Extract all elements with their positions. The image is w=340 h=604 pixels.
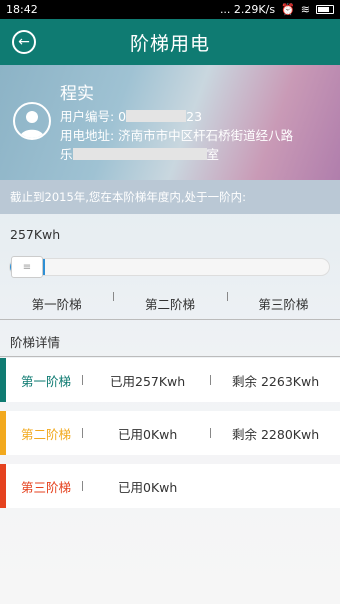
- tier-notice: 截止到2015年,您在本阶梯年度内,处于一阶内:: [0, 180, 340, 214]
- tier-color-bar: [0, 411, 6, 455]
- tier-name: 第一阶梯: [21, 373, 72, 389]
- usage-progress-track: [9, 258, 330, 276]
- detail-row-tier3: 第三阶梯 已用0Kwh: [0, 464, 340, 508]
- back-arrow-icon: ←: [18, 34, 30, 50]
- tier-tick: [226, 292, 228, 301]
- tier-scale: 第一阶梯 第二阶梯 第三阶梯: [0, 292, 340, 318]
- tier-name: 第三阶梯: [21, 479, 72, 495]
- slider-thumb[interactable]: ≡: [11, 256, 43, 278]
- usage-value: 257Kwh: [10, 227, 61, 242]
- divider: [0, 319, 340, 320]
- wifi-icon: ≋: [300, 3, 310, 16]
- grip-icon: ≡: [22, 261, 32, 273]
- app-bar: ← 阶梯用电: [0, 19, 340, 65]
- alarm-icon: ⏰: [281, 3, 295, 16]
- detail-title: 阶梯详情: [10, 335, 61, 350]
- masked-address: [72, 148, 207, 160]
- back-button[interactable]: ←: [12, 30, 36, 54]
- status-time: 18:42: [6, 3, 38, 16]
- masked-number: [126, 110, 187, 122]
- tier-color-bar: [0, 464, 6, 508]
- tier-name: 第二阶梯: [21, 426, 72, 442]
- tier-color-bar: [0, 358, 6, 402]
- tier-label-2: 第二阶梯: [113, 292, 226, 318]
- user-number: 用户编号: 0 23: [60, 109, 203, 124]
- avatar: [13, 102, 51, 140]
- net-speed: ... 2.29K/s: [219, 3, 276, 16]
- tier-used: 已用0Kwh: [118, 479, 178, 495]
- tier-remaining: 剩余 2263Kwh: [232, 373, 320, 389]
- tier-used: 已用257Kwh: [110, 373, 186, 389]
- battery-icon: [316, 5, 334, 14]
- profile-info: 程实 用户编号: 0 23 用电地址: 济南市市中区杆石桥街道经八路 乐室: [60, 83, 293, 164]
- detail-row-tier1: 第一阶梯 已用257Kwh 剩余 2263Kwh: [0, 358, 340, 402]
- tier-tick: [113, 292, 115, 301]
- user-name: 程实: [60, 84, 94, 104]
- user-icon: [20, 111, 44, 138]
- user-address-line2: 乐室: [60, 147, 220, 162]
- user-address: 用电地址: 济南市市中区杆石桥街道经八路: [60, 128, 294, 143]
- tier-remaining: 剩余 2280Kwh: [232, 426, 320, 442]
- tier-label-1: 第一阶梯: [31, 297, 82, 312]
- tier-label-3: 第三阶梯: [226, 292, 340, 318]
- tier-used: 已用0Kwh: [118, 426, 178, 442]
- divider: [0, 356, 340, 357]
- detail-row-tier2: 第二阶梯 已用0Kwh 剩余 2280Kwh: [0, 411, 340, 455]
- status-bar: 18:42 ... 2.29K/s ⏰ ≋: [0, 0, 340, 19]
- page-title: 阶梯用电: [129, 32, 210, 55]
- profile-banner: 程实 用户编号: 0 23 用电地址: 济南市市中区杆石桥街道经八路 乐室: [0, 65, 340, 180]
